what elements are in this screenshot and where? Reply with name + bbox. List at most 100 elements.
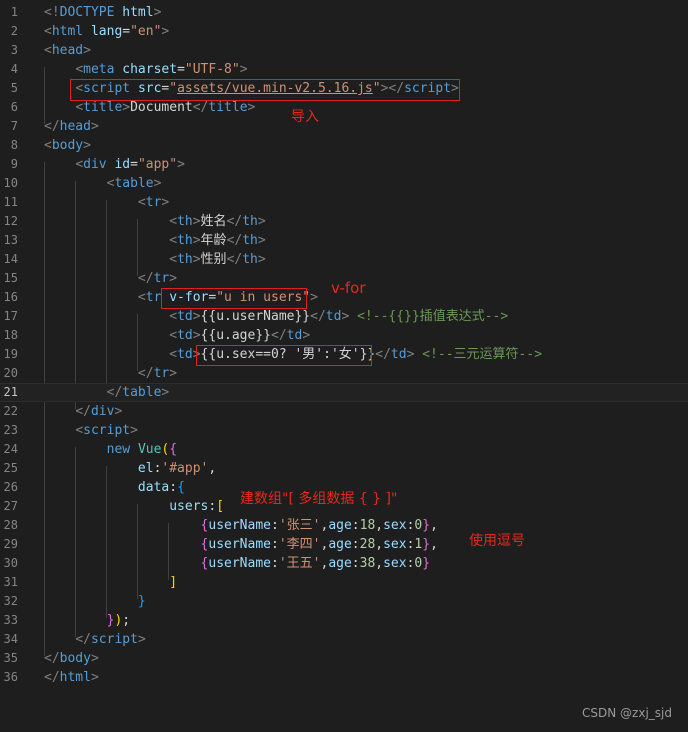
- code-token: >: [192, 347, 201, 362]
- code-line[interactable]: 30 {userName:'王五',age:38,sex:0}: [0, 554, 688, 573]
- annotation-v-for: v-for: [331, 279, 366, 297]
- code-token: }: [137, 594, 146, 609]
- code-token: :: [351, 518, 360, 533]
- code-token: <: [75, 81, 84, 96]
- code-token: <: [169, 233, 178, 248]
- code-line[interactable]: 5 <script src="assets/vue.min-v2.5.16.js…: [0, 79, 688, 98]
- line-number: 30: [3, 556, 18, 570]
- code-line[interactable]: 22 </div>: [0, 402, 688, 421]
- code-line[interactable]: 2 <html lang="en">: [0, 22, 688, 41]
- code-text: </div>: [44, 402, 122, 421]
- code-line[interactable]: 12 <th>姓名</th>: [0, 212, 688, 231]
- code-token: head: [59, 119, 91, 134]
- code-text: {userName:'王五',age:38,sex:0}: [44, 554, 431, 573]
- code-line[interactable]: 33 });: [0, 611, 688, 630]
- code-text: </tr>: [44, 269, 177, 288]
- code-token: >: [177, 157, 185, 172]
- code-token: >: [161, 24, 170, 39]
- code-token: </: [44, 670, 60, 685]
- code-line[interactable]: 13 <th>年龄</th>: [0, 231, 688, 250]
- code-text: new Vue({: [44, 440, 177, 459]
- code-token: <: [44, 43, 52, 58]
- code-line[interactable]: 25 el:'#app',: [0, 459, 688, 478]
- code-line[interactable]: 29 {userName:'李四',age:28,sex:1},: [0, 535, 688, 554]
- code-token: div: [83, 157, 107, 172]
- code-token: </: [226, 252, 243, 267]
- code-line[interactable]: 28 {userName:'张三',age:18,sex:0},: [0, 516, 688, 535]
- code-line[interactable]: 3 <head>: [0, 41, 688, 60]
- code-line[interactable]: 36 </html>: [0, 668, 688, 687]
- code-token: td: [177, 328, 193, 343]
- code-token: td: [390, 347, 407, 362]
- line-number: 19: [3, 347, 18, 361]
- code-token: <!--三元运算符-->: [422, 347, 543, 362]
- code-text: <th>性别</th>: [44, 250, 265, 269]
- line-number: 36: [3, 670, 18, 684]
- code-line[interactable]: 19 <td>{{u.sex==0? '男':'女'}}</td> <!--三元…: [0, 345, 688, 364]
- code-line[interactable]: 31 ]: [0, 573, 688, 592]
- code-token: 38: [359, 556, 376, 571]
- code-line[interactable]: 9 <div id="app">: [0, 155, 688, 174]
- watermark: CSDN @zxj_sjd: [582, 706, 672, 720]
- code-token: >: [161, 195, 170, 210]
- code-line[interactable]: 24 new Vue({: [0, 440, 688, 459]
- code-line[interactable]: 21 </table>: [0, 383, 688, 402]
- code-token: td: [177, 309, 193, 324]
- code-token: data: [137, 480, 170, 495]
- line-number: 8: [10, 138, 18, 152]
- code-line[interactable]: 4 <meta charset="UTF-8">: [0, 60, 688, 79]
- code-line[interactable]: 20 </tr>: [0, 364, 688, 383]
- code-line[interactable]: 14 <th>性别</th>: [0, 250, 688, 269]
- code-token: <: [75, 62, 84, 77]
- code-text: </table>: [44, 383, 170, 402]
- code-editor[interactable]: 1 <!DOCTYPE html> 2 <html lang="en"> 3 < head >…: [0, 0, 688, 732]
- code-line[interactable]: 6 <title>Document</title>: [0, 98, 688, 117]
- line-number: 33: [3, 613, 18, 627]
- code-token: script: [90, 632, 138, 647]
- code-token: 28: [359, 537, 376, 552]
- code-token: }: [422, 518, 431, 533]
- code-token: :: [169, 480, 178, 495]
- code-line[interactable]: 23 <script>: [0, 421, 688, 440]
- code-token: >: [310, 290, 318, 305]
- code-token: </: [310, 309, 326, 324]
- code-text: <tr v-for="u in users">: [44, 288, 318, 307]
- line-number: 5: [10, 81, 18, 95]
- line-number: 34: [3, 632, 18, 646]
- code-line[interactable]: 7 </head>: [0, 117, 688, 136]
- code-line[interactable]: 8 <body>: [0, 136, 688, 155]
- code-text: users:[: [44, 497, 224, 516]
- code-token: {: [169, 442, 178, 457]
- code-text: <td>{{u.age}}</td>: [44, 326, 310, 345]
- code-line[interactable]: 34 </script>: [0, 630, 688, 649]
- code-token: >: [161, 385, 170, 400]
- code-line[interactable]: 17 <td>{{u.userName}}</td> <!--{{}}插值表达式…: [0, 307, 688, 326]
- code-text: </head>: [44, 117, 99, 136]
- code-line[interactable]: 1 <!DOCTYPE html>: [0, 3, 688, 22]
- code-line[interactable]: 10 <table>: [0, 174, 688, 193]
- line-number: 3: [10, 43, 18, 57]
- code-line[interactable]: 35 </body>: [0, 649, 688, 668]
- code-token: </: [226, 233, 243, 248]
- code-text: {userName:'张三',age:18,sex:0},: [44, 516, 438, 535]
- code-token: >: [130, 423, 138, 438]
- code-token: 18: [359, 518, 376, 533]
- code-token: "u in users": [216, 290, 311, 305]
- line-number: 7: [10, 119, 18, 133]
- code-token: script: [83, 423, 131, 438]
- code-token: >: [90, 670, 99, 685]
- code-text: <div id="app">: [44, 155, 185, 174]
- code-line[interactable]: 11 <tr>: [0, 193, 688, 212]
- code-token: sex: [383, 556, 407, 571]
- code-line[interactable]: 18 <td>{{u.age}}</td>: [0, 326, 688, 345]
- code-line[interactable]: 32 }: [0, 592, 688, 611]
- line-number: 31: [3, 575, 18, 589]
- code-text: <meta charset="UTF-8">: [44, 60, 247, 79]
- code-token: th: [177, 252, 193, 267]
- code-token: >: [192, 252, 201, 267]
